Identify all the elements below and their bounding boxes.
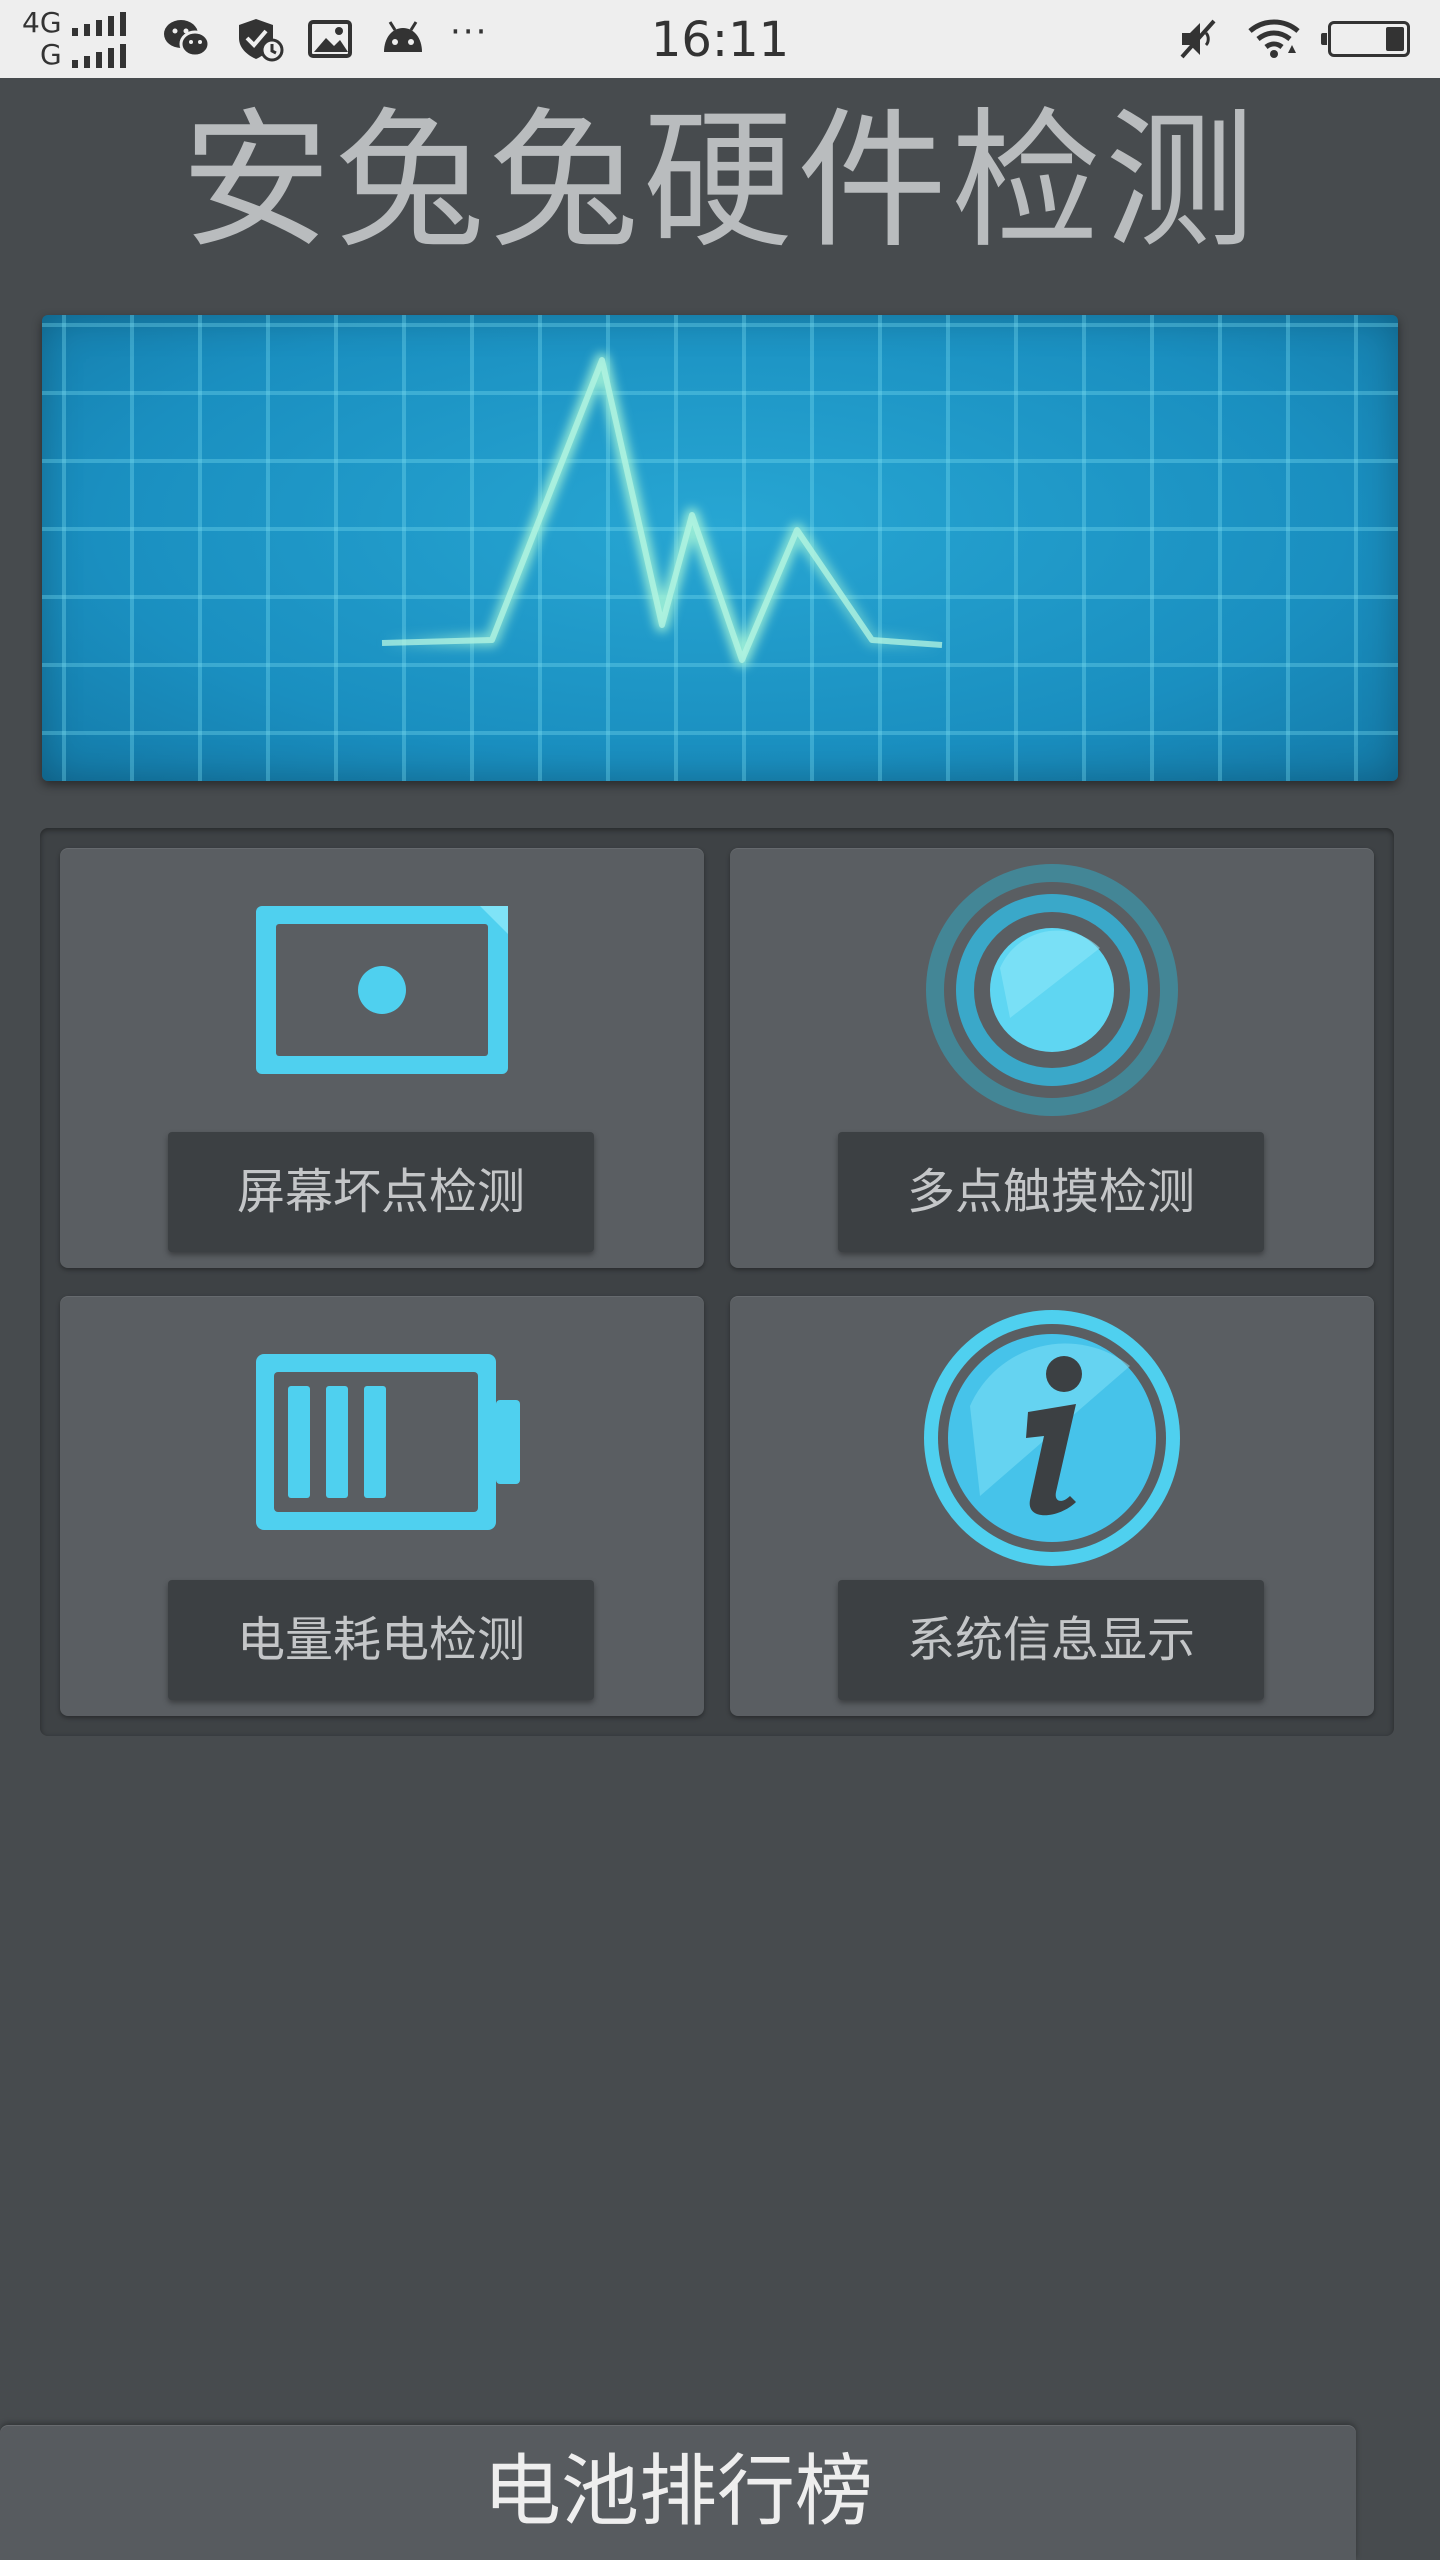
tile-dead-pixel-test[interactable]: 屏幕坏点检测 — [60, 848, 704, 1268]
app-title: 安兔兔硬件检测 — [180, 95, 1259, 269]
battery-icon — [1321, 21, 1410, 57]
info-icon — [924, 1310, 1180, 1566]
heartbeat-waveform-icon — [381, 353, 943, 667]
detection-tiles-panel: 屏幕坏点检测 多点触摸检测 电量耗电检测 系统信息显示 — [40, 828, 1394, 1736]
tile-battery-drain-test[interactable]: 电量耗电检测 — [60, 1296, 704, 1716]
screen-icon — [256, 906, 508, 1074]
tile-label: 多点触摸检测 — [838, 1132, 1264, 1252]
touch-target-icon — [926, 864, 1178, 1116]
system-status-icons — [1176, 14, 1410, 64]
tile-label: 电量耗电检测 — [168, 1580, 594, 1700]
tile-label: 系统信息显示 — [838, 1580, 1264, 1700]
wifi-icon — [1248, 19, 1300, 58]
heartbeat-monitor-panel — [42, 315, 1398, 781]
tile-multitouch-test[interactable]: 多点触摸检测 — [730, 848, 1374, 1268]
tile-label: 屏幕坏点检测 — [168, 1132, 594, 1252]
muted-icon — [1180, 19, 1216, 59]
tile-system-info[interactable]: 系统信息显示 — [730, 1296, 1374, 1716]
status-bar: 4G G ··· 16:11 — [0, 0, 1440, 78]
battery-icon — [256, 1354, 520, 1530]
battery-ranking-button[interactable]: 电池排行榜 — [0, 2425, 1356, 2560]
battery-level-fill — [1386, 27, 1404, 51]
